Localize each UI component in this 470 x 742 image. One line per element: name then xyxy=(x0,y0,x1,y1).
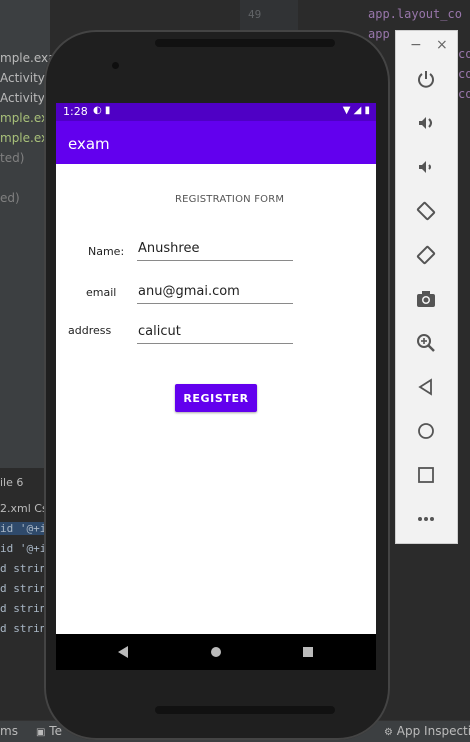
sd-card-icon: ▮ xyxy=(104,105,111,116)
terminal-icon: ▣ xyxy=(36,727,46,738)
zoom-button[interactable] xyxy=(406,328,446,358)
panel-header: ile 6 xyxy=(0,476,24,489)
rotate-left-button[interactable] xyxy=(406,196,446,226)
top-speaker xyxy=(155,39,335,47)
volume-down-button[interactable] xyxy=(406,152,446,182)
code-line: app xyxy=(368,27,390,41)
app-title: exam xyxy=(68,135,110,153)
nav-overview-button[interactable] xyxy=(293,634,323,670)
more-icon xyxy=(418,517,434,521)
overview-button[interactable] xyxy=(406,460,446,490)
name-field[interactable]: Anushree xyxy=(137,241,293,261)
nav-overview-icon xyxy=(303,647,313,657)
back-icon xyxy=(418,378,432,396)
home-icon xyxy=(418,423,434,439)
code-line: app.layout_co xyxy=(368,7,462,21)
nav-home-button[interactable] xyxy=(201,634,231,670)
volume-up-button[interactable] xyxy=(406,108,446,138)
register-button[interactable]: REGISTER xyxy=(175,384,257,412)
front-camera xyxy=(112,62,119,69)
code-line: co xyxy=(458,87,470,101)
status-bar: 1:28 ◐ ▮ ▼ ◢ ▮ xyxy=(56,103,376,121)
system-icons: ▼ ◢ ▮ xyxy=(343,105,370,116)
address-label: address xyxy=(68,324,112,337)
power-icon xyxy=(418,71,434,88)
ide-bottom-panel: ile 6 2.xml Cs id '@+id id '@+id d strin… xyxy=(0,468,66,720)
back-button[interactable] xyxy=(406,372,446,402)
app-bar: exam xyxy=(56,121,376,164)
project-item[interactable]: Activity xyxy=(0,71,45,85)
close-button[interactable]: × xyxy=(436,37,448,53)
zoom-icon xyxy=(417,334,435,352)
project-item[interactable]: ted) xyxy=(0,151,24,165)
name-value: Anushree xyxy=(138,241,200,256)
app-inspection-tab[interactable]: ⚙ App Inspection xyxy=(384,724,470,738)
emulator-toolbar: − × xyxy=(395,30,458,544)
home-button[interactable] xyxy=(406,416,446,446)
email-field[interactable]: anu@gmai.com xyxy=(137,284,293,304)
volume-up-icon xyxy=(419,117,432,129)
terminal-tab[interactable]: ▣ Te xyxy=(36,724,62,738)
rotate-left-icon xyxy=(416,201,436,221)
gutter-line-number: 49 xyxy=(248,8,262,21)
bottom-speaker xyxy=(155,706,335,714)
nav-back-button[interactable] xyxy=(108,634,138,670)
nav-back-icon xyxy=(118,646,128,658)
project-item[interactable]: ed) xyxy=(0,191,20,205)
more-button[interactable] xyxy=(406,504,446,534)
volume-down-icon xyxy=(419,161,431,173)
problems-tab[interactable]: ms xyxy=(0,724,18,738)
signal-icon: ◢ xyxy=(353,105,362,116)
inspection-icon: ⚙ xyxy=(384,727,393,738)
power-button[interactable] xyxy=(406,64,446,94)
address-field[interactable]: calicut xyxy=(137,324,293,344)
rotate-right-button[interactable] xyxy=(406,240,446,270)
email-label: email xyxy=(86,286,117,299)
email-value: anu@gmai.com xyxy=(138,284,240,299)
status-time: 1:28 xyxy=(63,105,88,118)
minimize-button[interactable]: − xyxy=(410,37,422,53)
code-line: co xyxy=(458,67,470,81)
panel-row[interactable]: id '@+id xyxy=(0,522,53,535)
panel-file[interactable]: 2.xml Cs xyxy=(0,502,48,515)
screenshot-button[interactable] xyxy=(406,284,446,314)
navigation-bar xyxy=(56,634,376,670)
nav-home-icon xyxy=(211,647,221,657)
app-inspection-label: App Inspection xyxy=(396,724,470,738)
camera-icon xyxy=(417,291,435,307)
address-value: calicut xyxy=(138,324,181,339)
notification-icon: ◐ xyxy=(93,105,102,116)
ide-gutter: 49 xyxy=(240,0,298,30)
form-title: REGISTRATION FORM xyxy=(175,194,285,205)
phone-screen: 1:28 ◐ ▮ ▼ ◢ ▮ exam REGISTRATION FORM Na… xyxy=(56,103,376,670)
overview-icon xyxy=(418,467,434,483)
rotate-right-icon xyxy=(416,245,436,265)
name-label: Name: xyxy=(88,245,125,258)
wifi-icon: ▼ xyxy=(342,105,351,116)
notification-icons: ◐ ▮ xyxy=(93,105,110,116)
battery-icon: ▮ xyxy=(364,105,370,116)
code-line: co xyxy=(458,47,470,61)
